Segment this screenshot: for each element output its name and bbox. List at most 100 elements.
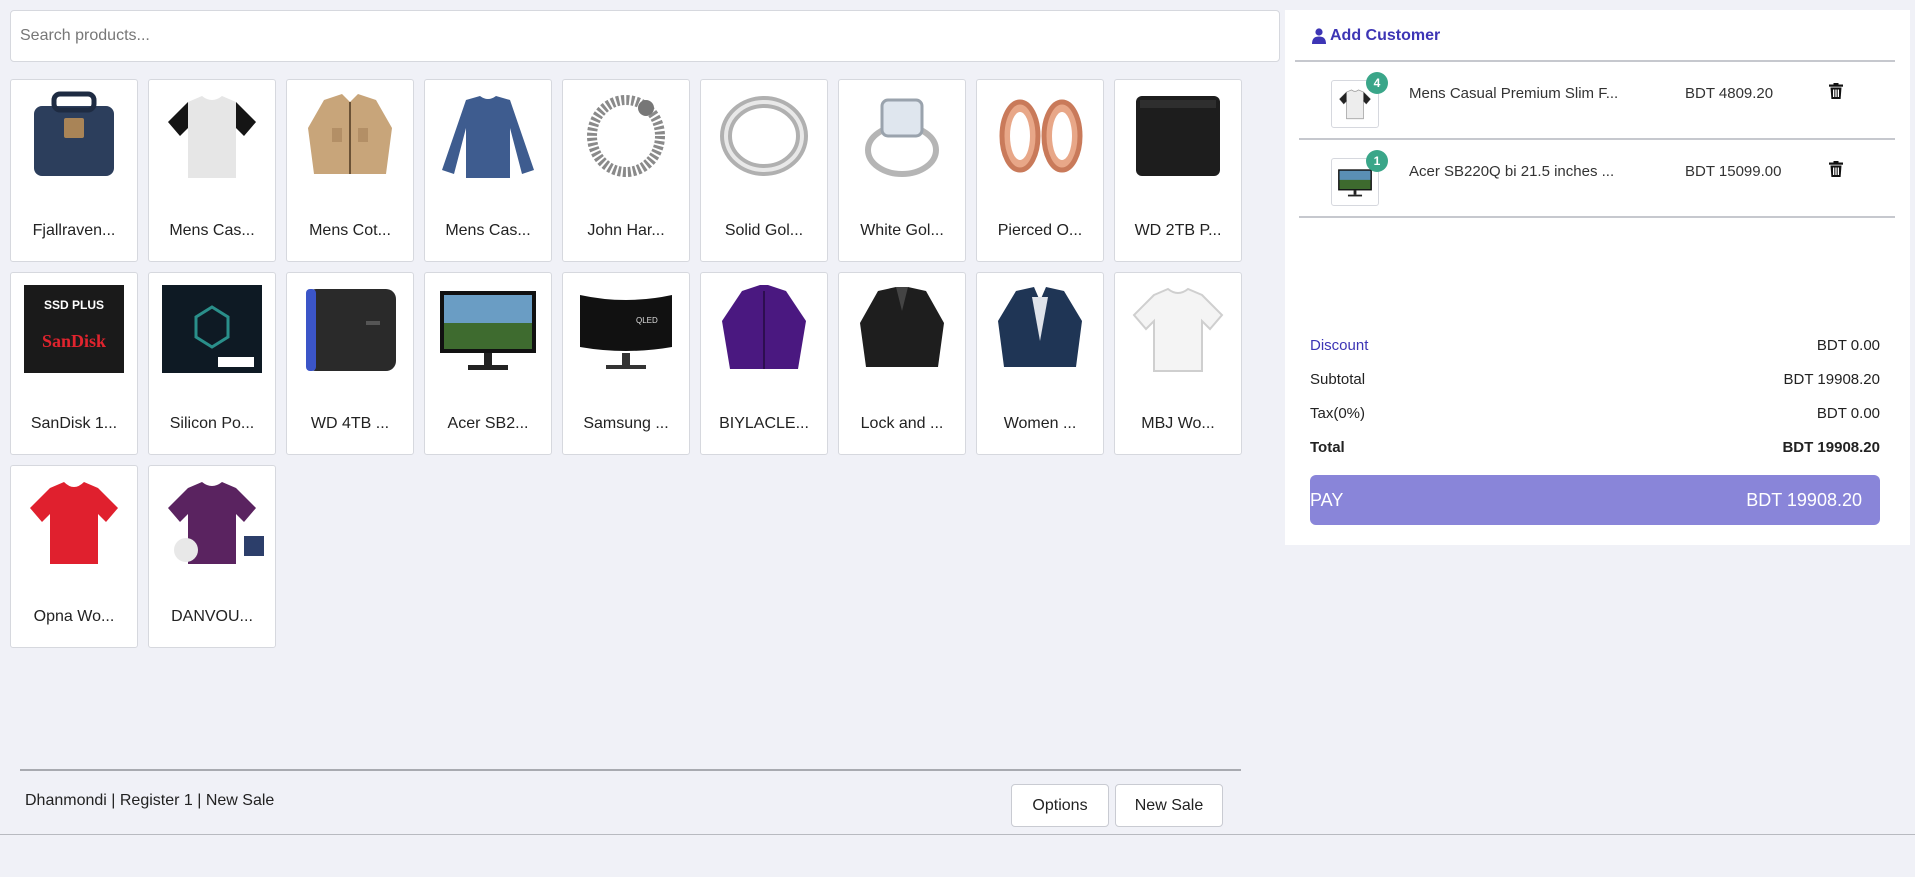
add-customer-label: Add Customer xyxy=(1330,27,1441,44)
product-card[interactable]: BIYLACLE... xyxy=(700,272,828,455)
product-grid: Fjallraven... Mens Cas... Mens Cot... Mens … xyxy=(10,79,1280,648)
pay-button[interactable]: PAY BDT 19908.20 xyxy=(1310,475,1880,525)
cart-item-name: Acer SB220Q bi 21.5 inches ... xyxy=(1409,163,1615,180)
product-card[interactable]: Acer SB2... xyxy=(424,272,552,455)
pay-amount: BDT 19908.20 xyxy=(1746,489,1862,510)
product-card[interactable]: WD 2TB P... xyxy=(1114,79,1242,262)
subtotal-row: Subtotal BDT 19908.20 xyxy=(1310,371,1880,388)
total-label: Total xyxy=(1310,439,1345,456)
tax-label: Tax(0%) xyxy=(1310,405,1366,422)
product-name: Acer SB2... xyxy=(447,415,529,432)
purple-tee-image xyxy=(168,482,264,564)
product-card[interactable]: DANVOU... xyxy=(148,465,276,648)
bottom-divider xyxy=(0,834,1915,835)
product-card[interactable]: Mens Cas... xyxy=(424,79,552,262)
quantity-badge: 4 xyxy=(1366,72,1388,94)
svg-text:SSD PLUS: SSD PLUS xyxy=(44,298,104,312)
bracelet-image xyxy=(587,95,665,177)
ssd-sp-image xyxy=(162,285,262,373)
svg-text:SanDisk: SanDisk xyxy=(42,331,106,351)
product-card[interactable]: Fjallraven... xyxy=(10,79,138,262)
options-button[interactable]: Options xyxy=(1011,784,1109,827)
product-card[interactable]: MBJ Wo... xyxy=(1114,272,1242,455)
register-status: Dhanmondi | Register 1 | New Sale xyxy=(25,792,275,809)
product-name: White Gol... xyxy=(860,222,944,239)
raglan-tee-image xyxy=(168,96,256,178)
purple-coat-image xyxy=(722,285,806,369)
product-card[interactable]: Opna Wo... xyxy=(10,465,138,648)
leather-jacket-image xyxy=(860,287,944,367)
product-card[interactable]: White Gol... xyxy=(838,79,966,262)
product-name: SanDisk 1... xyxy=(30,415,118,432)
hdd-black-image xyxy=(1136,96,1220,176)
total-row: Total BDT 19908.20 xyxy=(1310,439,1880,456)
quantity-badge: 1 xyxy=(1366,150,1388,172)
total-value: BDT 19908.20 xyxy=(1782,439,1880,456)
search-input[interactable] xyxy=(10,10,1280,62)
hdd-blue-image xyxy=(306,289,396,371)
product-name: Women ... xyxy=(1003,415,1077,432)
product-name: MBJ Wo... xyxy=(1141,415,1215,432)
discount-value: BDT 0.00 xyxy=(1816,337,1880,354)
trash-icon[interactable] xyxy=(1829,161,1843,177)
white-tee-image xyxy=(1132,287,1224,372)
product-card[interactable]: WD 4TB ... xyxy=(286,272,414,455)
product-name: Fjallraven... xyxy=(32,222,116,239)
pay-label: PAY xyxy=(1310,489,1344,510)
discount-link[interactable]: Discount xyxy=(1310,337,1368,354)
product-name: BIYLACLE... xyxy=(719,415,809,432)
jacket-image xyxy=(308,94,392,174)
product-card[interactable]: Solid Gol... xyxy=(700,79,828,262)
product-card[interactable]: Lock and ... xyxy=(838,272,966,455)
product-name: WD 4TB ... xyxy=(310,415,390,432)
product-card[interactable]: SSD PLUS SanDisk SanDisk 1... xyxy=(10,272,138,455)
product-card[interactable]: Women ... xyxy=(976,272,1104,455)
cart-item[interactable]: 4 Mens Casual Premium Slim F... BDT 4809… xyxy=(1299,62,1895,140)
longsleeve-image xyxy=(442,96,534,178)
product-card[interactable]: Mens Cas... xyxy=(148,79,276,262)
monitor-image xyxy=(440,291,536,370)
product-panel: Fjallraven... Mens Cas... Mens Cot... Mens … xyxy=(10,10,1280,648)
subtotal-value: BDT 19908.20 xyxy=(1783,371,1880,388)
product-card[interactable]: John Har... xyxy=(562,79,690,262)
product-name: Pierced O... xyxy=(997,222,1083,239)
product-name: Opna Wo... xyxy=(33,608,115,625)
new-sale-button[interactable]: New Sale xyxy=(1115,784,1223,827)
product-name: DANVOU... xyxy=(171,608,253,625)
cart-item-price: BDT 4809.20 xyxy=(1685,85,1774,102)
product-name: Solid Gol... xyxy=(724,222,804,239)
plugs-image xyxy=(999,99,1083,173)
product-name: John Har... xyxy=(587,222,665,239)
footer-divider xyxy=(20,769,1241,771)
product-card[interactable]: Mens Cot... xyxy=(286,79,414,262)
cart-panel: Add Customer 4 Mens Casual Premium Slim … xyxy=(1285,10,1910,545)
backpack-image xyxy=(34,91,114,176)
red-tee-image xyxy=(30,482,118,564)
product-name: Mens Cot... xyxy=(309,222,391,239)
product-name: Samsung ... xyxy=(583,415,669,432)
tax-value: BDT 0.00 xyxy=(1816,405,1880,422)
tax-row: Tax(0%) BDT 0.00 xyxy=(1310,405,1880,422)
product-name: Lock and ... xyxy=(860,415,944,432)
user-icon xyxy=(1312,28,1326,44)
product-card[interactable]: Silicon Po... xyxy=(148,272,276,455)
product-card[interactable]: QLED Samsung ... xyxy=(562,272,690,455)
blazer-image xyxy=(998,287,1082,367)
ring-image xyxy=(720,96,808,176)
discount-row: Discount BDT 0.00 xyxy=(1310,337,1880,354)
svg-text:QLED: QLED xyxy=(636,316,658,325)
product-name: Mens Cas... xyxy=(445,222,531,239)
add-customer-button[interactable]: Add Customer xyxy=(1312,27,1440,45)
product-name: Mens Cas... xyxy=(169,222,255,239)
product-card[interactable]: Pierced O... xyxy=(976,79,1104,262)
cart-item[interactable]: 1 Acer SB220Q bi 21.5 inches ... BDT 150… xyxy=(1299,140,1895,218)
trash-icon[interactable] xyxy=(1829,83,1843,99)
diamond-ring-image xyxy=(865,98,939,177)
product-name: WD 2TB P... xyxy=(1134,222,1222,239)
curved-monitor-image: QLED xyxy=(580,295,672,369)
cart-item-price: BDT 15099.00 xyxy=(1685,163,1782,180)
subtotal-label: Subtotal xyxy=(1310,371,1366,388)
cart-item-name: Mens Casual Premium Slim F... xyxy=(1409,85,1619,102)
ssd-sandisk-image: SSD PLUS SanDisk xyxy=(24,285,124,373)
product-name: Silicon Po... xyxy=(169,415,255,432)
